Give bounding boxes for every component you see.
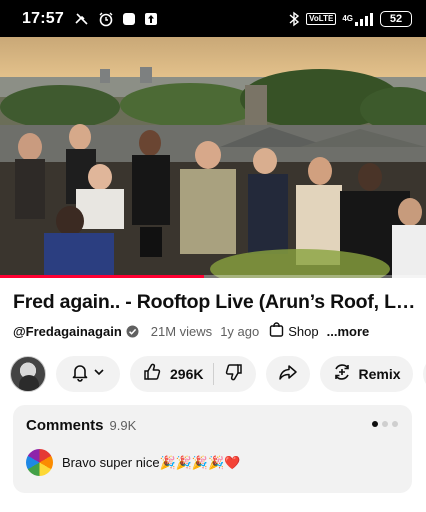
- network-type-label: 4G: [342, 13, 353, 23]
- thumbs-up-icon[interactable]: [142, 362, 162, 385]
- battery-indicator: 52: [380, 10, 412, 27]
- comments-count: 9.9K: [109, 418, 137, 433]
- more-link[interactable]: ...more: [327, 324, 370, 339]
- carousel-dot-active: [372, 421, 378, 427]
- signal-icon: 4G: [342, 12, 374, 26]
- shop-link[interactable]: Shop: [269, 322, 319, 340]
- verified-icon: [126, 325, 139, 338]
- notification-square-icon: [122, 12, 136, 26]
- remix-label: Remix: [358, 365, 401, 382]
- commenter-avatar: [26, 449, 53, 476]
- video-progress-fill: [0, 275, 205, 278]
- video-title[interactable]: Fred again.. - Rooftop Live (Arun’s Roof…: [13, 291, 418, 314]
- channel-avatar[interactable]: [10, 355, 46, 392]
- video-frame-image: [0, 37, 426, 278]
- channel-handle[interactable]: @Fredagainagain: [13, 324, 122, 339]
- view-count: 21M views: [150, 323, 213, 339]
- carousel-dot: [392, 421, 398, 427]
- like-count[interactable]: 296K: [170, 366, 203, 382]
- comments-title: Comments: [26, 417, 104, 434]
- download-button[interactable]: [422, 355, 426, 392]
- upload-age: 1y ago: [220, 323, 260, 339]
- carousel-dot: [382, 421, 388, 427]
- action-row: 296K Remix: [10, 355, 426, 392]
- upload-icon: [144, 12, 158, 26]
- video-player[interactable]: [0, 37, 426, 278]
- status-time: 17:57: [22, 9, 64, 27]
- carousel-dots: [372, 421, 398, 427]
- shop-label: Shop: [288, 323, 319, 339]
- share-button[interactable]: [266, 355, 311, 392]
- chevron-down-icon: [92, 365, 106, 382]
- thumbs-down-icon[interactable]: [224, 362, 244, 385]
- remix-icon: [332, 362, 352, 385]
- like-dislike-pill: 296K: [130, 355, 257, 392]
- like-divider: [213, 362, 215, 385]
- status-bar: 17:57 VoLTE 4G 52: [0, 0, 426, 37]
- bluetooth-icon: [288, 11, 300, 27]
- comments-header: Comments 9.9K: [26, 417, 136, 434]
- share-icon: [278, 362, 298, 385]
- top-comment-text: Bravo super nice🎉🎉🎉🎉❤️: [62, 454, 241, 470]
- youtube-watch-page: 17:57 VoLTE 4G 52 Fred again.. - Rooftop…: [0, 0, 426, 512]
- comments-card[interactable]: Comments 9.9K Bravo super nice🎉🎉🎉🎉❤️: [13, 405, 412, 493]
- top-comment[interactable]: Bravo super nice🎉🎉🎉🎉❤️: [26, 449, 240, 476]
- video-meta-row: @Fredagainagain 21M views 1y ago Shop ..…: [13, 322, 418, 340]
- remix-button[interactable]: Remix: [320, 355, 413, 392]
- status-left-icons: [74, 11, 158, 27]
- shopping-bag-icon: [269, 322, 284, 340]
- alarm-icon: [98, 11, 114, 27]
- volte-badge: VoLTE: [306, 12, 337, 25]
- status-right-icons: VoLTE 4G 52: [288, 10, 412, 27]
- bell-icon: [70, 362, 90, 385]
- video-progress-bar[interactable]: [0, 275, 426, 278]
- missed-call-icon: [74, 11, 90, 27]
- subscribe-bell-button[interactable]: [56, 355, 120, 392]
